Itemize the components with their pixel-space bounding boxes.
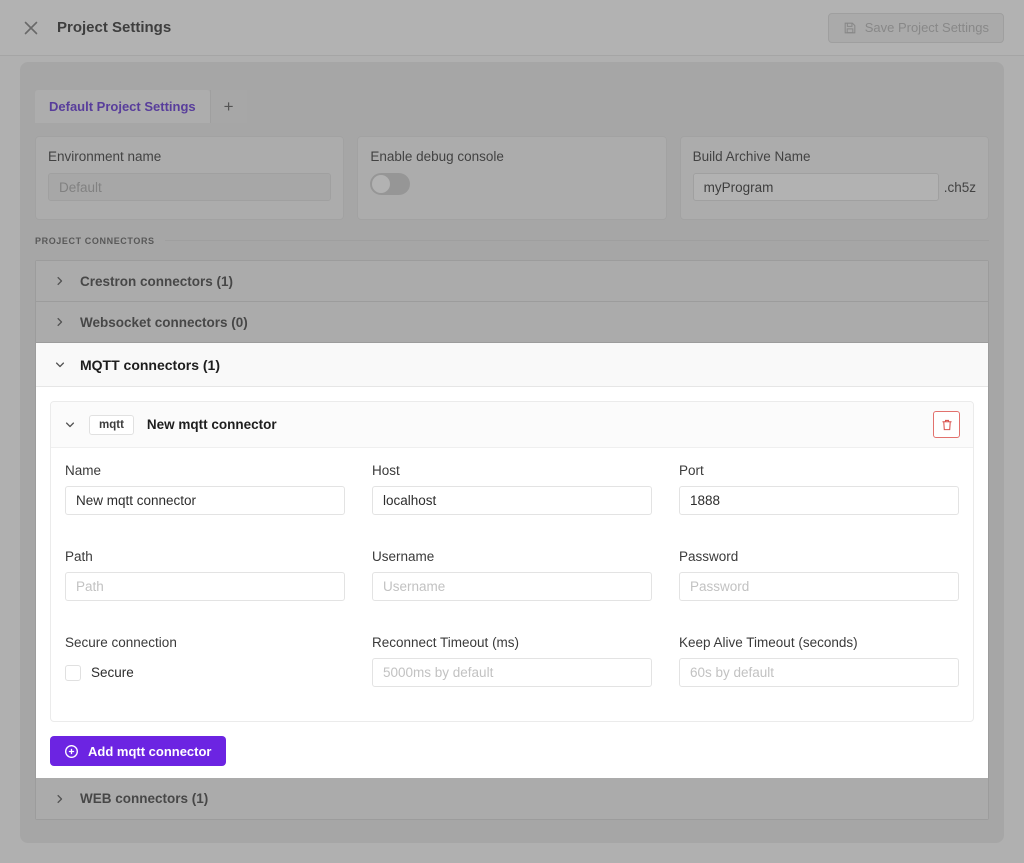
mqtt-connectors-content: mqtt New mqtt connector xyxy=(36,387,988,778)
field-keepalive-timeout: Keep Alive Timeout (seconds) xyxy=(679,635,959,687)
plus-icon: + xyxy=(224,97,234,117)
chevron-down-icon xyxy=(64,419,76,431)
keepalive-timeout-input[interactable] xyxy=(679,658,959,687)
host-input[interactable] xyxy=(372,486,652,515)
accordion-row-label: MQTT connectors (1) xyxy=(80,357,220,373)
username-label: Username xyxy=(372,549,652,564)
section-divider xyxy=(165,240,989,241)
name-label: Name xyxy=(65,463,345,478)
trash-icon xyxy=(940,418,954,432)
save-project-settings-button[interactable]: Save Project Settings xyxy=(828,13,1004,43)
tab-label: Default Project Settings xyxy=(49,99,196,114)
accordion-row-crestron-connectors[interactable]: Crestron connectors (1) xyxy=(36,261,988,302)
secure-checkbox-row: Secure xyxy=(65,658,345,687)
connector-title: New mqtt connector xyxy=(147,417,920,432)
build-archive-input[interactable] xyxy=(693,173,939,201)
delete-connector-button[interactable] xyxy=(933,411,960,438)
tab-add-settings[interactable]: + xyxy=(210,90,247,123)
environment-name-input[interactable] xyxy=(48,173,331,201)
topbar: Project Settings Save Project Settings xyxy=(0,0,1024,56)
host-label: Host xyxy=(372,463,652,478)
accordion-row-label: Websocket connectors (0) xyxy=(80,315,248,330)
port-label: Port xyxy=(679,463,959,478)
build-archive-row: .ch5z xyxy=(693,173,976,201)
save-icon xyxy=(843,21,857,35)
keepalive-timeout-label: Keep Alive Timeout (seconds) xyxy=(679,635,959,650)
name-input[interactable] xyxy=(65,486,345,515)
debug-console-label: Enable debug console xyxy=(370,149,653,164)
username-input[interactable] xyxy=(372,572,652,601)
password-input[interactable] xyxy=(679,572,959,601)
project-settings-panel: Default Project Settings + Environment n… xyxy=(20,62,1004,843)
field-password: Password xyxy=(679,549,959,601)
secure-connection-label: Secure connection xyxy=(65,635,345,650)
build-archive-card: Build Archive Name .ch5z xyxy=(680,136,989,220)
secure-checkbox-label: Secure xyxy=(91,665,134,680)
chevron-right-icon xyxy=(54,316,66,328)
connectors-accordion: Crestron connectors (1) Websocket connec… xyxy=(35,260,989,820)
path-input[interactable] xyxy=(65,572,345,601)
accordion-row-web-connectors[interactable]: WEB connectors (1) xyxy=(36,778,988,819)
toggle-knob xyxy=(372,175,390,193)
connector-type-badge: mqtt xyxy=(89,415,134,435)
mqtt-connector-card: mqtt New mqtt connector xyxy=(50,401,974,722)
path-label: Path xyxy=(65,549,345,564)
close-icon[interactable] xyxy=(20,17,42,39)
save-button-label: Save Project Settings xyxy=(865,20,989,35)
field-username: Username xyxy=(372,549,652,601)
field-host: Host xyxy=(372,463,652,515)
add-button-label: Add mqtt connector xyxy=(88,744,212,759)
settings-tabbar: Default Project Settings + xyxy=(35,62,989,123)
project-connectors-label: PROJECT CONNECTORS xyxy=(35,236,155,246)
secure-checkbox[interactable] xyxy=(65,665,81,681)
mqtt-connector-header[interactable]: mqtt New mqtt connector xyxy=(51,402,973,448)
field-name: Name xyxy=(65,463,345,515)
debug-console-toggle[interactable] xyxy=(370,173,410,195)
field-port: Port xyxy=(679,463,959,515)
accordion-row-label: Crestron connectors (1) xyxy=(80,274,233,289)
archive-extension-suffix: .ch5z xyxy=(944,180,976,195)
accordion-row-mqtt-connectors[interactable]: MQTT connectors (1) xyxy=(36,343,988,387)
settings-cards-row: Environment name Enable debug console Bu… xyxy=(35,136,989,220)
chevron-right-icon xyxy=(54,275,66,287)
plus-circle-icon xyxy=(64,744,79,759)
mqtt-connector-form: Name Host Port Path xyxy=(51,448,973,721)
reconnect-timeout-label: Reconnect Timeout (ms) xyxy=(372,635,652,650)
environment-name-card: Environment name xyxy=(35,136,344,220)
field-reconnect-timeout: Reconnect Timeout (ms) xyxy=(372,635,652,687)
field-secure-connection: Secure connection Secure xyxy=(65,635,345,687)
port-input[interactable] xyxy=(679,486,959,515)
add-mqtt-connector-button[interactable]: Add mqtt connector xyxy=(50,736,226,766)
build-archive-label: Build Archive Name xyxy=(693,149,976,164)
reconnect-timeout-input[interactable] xyxy=(372,658,652,687)
password-label: Password xyxy=(679,549,959,564)
mqtt-connectors-section: MQTT connectors (1) mqtt New mqtt connec… xyxy=(36,343,988,778)
tab-default-project-settings[interactable]: Default Project Settings xyxy=(35,90,210,123)
field-path: Path xyxy=(65,549,345,601)
project-connectors-section: PROJECT CONNECTORS xyxy=(35,234,989,247)
chevron-down-icon xyxy=(54,359,66,371)
accordion-row-websocket-connectors[interactable]: Websocket connectors (0) xyxy=(36,302,988,343)
debug-console-card: Enable debug console xyxy=(357,136,666,220)
accordion-row-label: WEB connectors (1) xyxy=(80,791,208,806)
environment-name-label: Environment name xyxy=(48,149,331,164)
page-title: Project Settings xyxy=(57,19,171,36)
chevron-right-icon xyxy=(54,793,66,805)
